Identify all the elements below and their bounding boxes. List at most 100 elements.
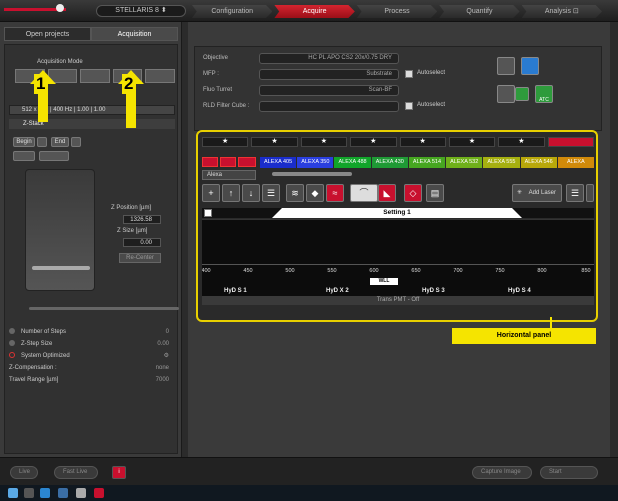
recenter-button[interactable]: Re-Center (119, 253, 161, 263)
left-tabs: Open projects Acquisition (4, 27, 178, 41)
dye-chip[interactable]: ALEXA 546 (520, 157, 557, 168)
windows-start-icon[interactable] (8, 488, 18, 498)
info-icon[interactable]: i (112, 466, 126, 479)
fluo-turret-select[interactable]: Scan-BF (259, 85, 399, 96)
tab-acquire[interactable]: Acquire (274, 5, 355, 18)
tab-quantify[interactable]: Quantify (439, 5, 520, 18)
dye-chip[interactable]: ALEXA 405 (260, 157, 297, 168)
dye-chip[interactable]: ALEXA 488 (334, 157, 371, 168)
rld-autoselect-checkbox[interactable] (405, 102, 413, 110)
add-icon[interactable]: + (202, 184, 220, 202)
palette-icon[interactable]: ▤ (426, 184, 444, 202)
download-icon[interactable]: ↓ (242, 184, 260, 202)
dye-chip[interactable]: ALEXA 430 (371, 157, 408, 168)
star-slot[interactable]: ★ (448, 137, 496, 147)
star-slot[interactable]: ★ (350, 137, 397, 147)
radio-selected-icon[interactable] (9, 352, 15, 359)
tab-open-projects[interactable]: Open projects (4, 27, 91, 41)
list-icon[interactable]: ☰ (262, 184, 280, 202)
begin-add-icon[interactable] (37, 137, 47, 147)
focus-preview[interactable] (25, 169, 95, 291)
laser-favorites-row: ★ ★ ★ ★ ★ ★ ★ (202, 137, 594, 147)
radio-icon[interactable] (9, 340, 15, 347)
detector-hyd-s3[interactable]: HyD S 3 (422, 288, 445, 294)
zstack-header[interactable]: Z-Stack (9, 119, 175, 129)
position-button[interactable] (13, 151, 35, 161)
step-buttons[interactable] (39, 151, 69, 161)
trans-pmt-row[interactable]: Trans PMT - Off (202, 296, 594, 305)
objective-select[interactable]: HC PL APO CS2 20x/0.75 DRY (259, 53, 399, 64)
detector-hyd-s1[interactable]: HyD S 1 (224, 288, 247, 294)
eraser-icon[interactable]: ◇ (404, 184, 422, 202)
app-icon[interactable] (76, 488, 86, 498)
system-selector[interactable]: STELLARIS 8 ⬍ (96, 5, 186, 17)
fast-live-button[interactable]: Fast Live (54, 466, 98, 479)
live-button[interactable]: Live (10, 466, 38, 479)
edge-icon[interactable] (40, 488, 50, 498)
diamond-icon[interactable]: ◆ (306, 184, 324, 202)
setting-tab[interactable]: Setting 1 (272, 208, 522, 218)
stage-icon[interactable] (497, 57, 515, 75)
mode-icon[interactable] (80, 69, 110, 83)
wavelength-axis (202, 264, 594, 265)
spectrum-view[interactable]: 400 450 500 550 600 650 700 750 800 850 … (202, 219, 594, 305)
scan-settings-row[interactable]: 512 x 512 | 400 Hz | 1.00 | 1.00 (9, 105, 175, 115)
star-slot[interactable]: ★ (498, 137, 545, 147)
radio-icon[interactable] (9, 328, 15, 335)
z-position-field[interactable]: 1326.58 (123, 215, 161, 224)
search-icon[interactable] (24, 488, 34, 498)
gear-icon[interactable]: ⚙ (164, 351, 169, 362)
settings-icon[interactable] (497, 85, 515, 103)
star-slot[interactable]: ★ (399, 137, 446, 147)
dye-chip[interactable]: ALEXA 555 (483, 157, 520, 168)
begin-button[interactable]: Begin (13, 137, 35, 147)
atc-button[interactable]: ATC (535, 85, 553, 103)
mfp-select[interactable]: Substrate (259, 69, 399, 80)
file-explorer-icon[interactable] (58, 488, 68, 498)
dye-action-button[interactable] (220, 157, 236, 167)
detector-hyd-s4[interactable]: HyD S 4 (508, 288, 531, 294)
list-settings-icon[interactable]: ☰ (566, 184, 584, 202)
spectrum-red-icon[interactable]: ◣ (378, 184, 396, 202)
delete-icon[interactable] (586, 184, 594, 202)
dye-chip[interactable]: ALEXA 514 (408, 157, 446, 168)
star-slot[interactable]: ★ (202, 137, 249, 147)
spectrum-icon[interactable]: ⌒ (350, 184, 378, 202)
add-laser-button[interactable]: ✳ Add Laser (512, 184, 562, 202)
tab-analysis[interactable]: Analysis ⊡ (521, 5, 603, 18)
tab-process[interactable]: Process (356, 5, 438, 18)
z-size-field[interactable]: 0.00 (123, 238, 161, 247)
end-button[interactable]: End (51, 137, 69, 147)
incubator-icon[interactable] (521, 57, 539, 75)
upload-icon[interactable]: ↑ (222, 184, 240, 202)
end-add-icon[interactable] (71, 137, 81, 147)
dye-scrollbar[interactable] (272, 172, 352, 176)
star-slot[interactable]: ★ (251, 137, 298, 147)
star-slot[interactable]: ★ (300, 137, 348, 147)
mfp-autoselect-checkbox[interactable] (405, 70, 413, 78)
dye-search-input[interactable]: Alexa (202, 170, 256, 180)
dye-chip[interactable]: ALEXA 532 (446, 157, 483, 168)
capture-image-button[interactable]: Capture Image (472, 466, 532, 479)
tab-acquisition[interactable]: Acquisition (91, 27, 178, 41)
rld-filter-select[interactable] (259, 101, 399, 112)
pulse-icon[interactable]: ≈ (326, 184, 344, 202)
dye-grid-button[interactable] (238, 157, 256, 167)
focus-position-bar[interactable] (32, 266, 90, 270)
setting-checkbox[interactable] (204, 209, 212, 217)
layers-icon[interactable]: ≋ (286, 184, 304, 202)
shield-icon[interactable] (515, 87, 529, 101)
dye-chip[interactable]: ALEXA 350 (297, 157, 334, 168)
las-x-icon[interactable] (94, 488, 104, 498)
z-position-label: Z Position [µm] (111, 205, 152, 211)
wll-label[interactable]: WLL (370, 278, 398, 285)
system-optimized-row: System Optimized ⚙ (9, 351, 175, 362)
detector-hyd-x2[interactable]: HyD X 2 (326, 288, 349, 294)
mode-icon[interactable] (145, 69, 175, 83)
tab-configuration[interactable]: Configuration (192, 5, 273, 18)
remove-dye-button[interactable] (202, 157, 218, 167)
arrow-1-label: 1 (34, 74, 48, 94)
focus-slider[interactable] (29, 307, 179, 310)
dye-chip[interactable]: ALEXA (557, 157, 594, 168)
start-button[interactable]: Start (540, 466, 598, 479)
